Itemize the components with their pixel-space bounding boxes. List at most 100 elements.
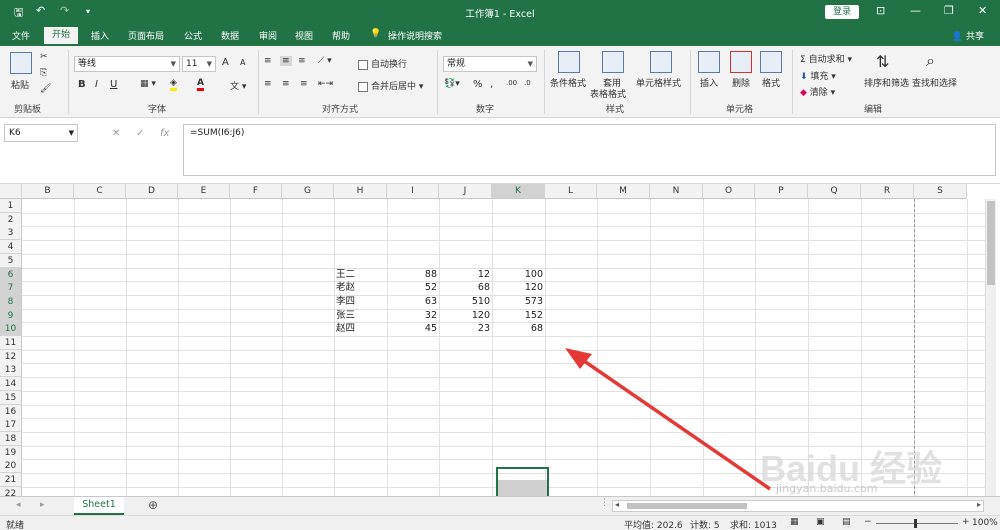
tab-review[interactable]: 审阅 [259,29,277,42]
sheet-tab-sheet1[interactable]: Sheet1 [74,497,124,515]
sort-filter-button[interactable]: 排序和筛选 [864,76,909,89]
sort-filter-icon[interactable]: ⇅ [876,52,889,71]
fill-down-icon: ⬇ [800,72,811,82]
merge-center-button[interactable]: 合并后居中 ▾ [358,79,423,92]
cell-styles-icon[interactable] [650,51,672,73]
cancel-icon[interactable]: ✕ [112,128,120,139]
share-button[interactable]: 👤 共享 [952,29,984,42]
close-icon[interactable]: ✕ [978,4,987,17]
font-size-select[interactable]: 11 ▼ [182,56,216,72]
find-select-icon[interactable]: ⌕ [926,51,935,71]
tab-data[interactable]: 数据 [221,29,239,42]
ribbon-tabs: 文件 开始 插入 页面布局 公式 数据 审阅 视图 帮助 💡 操作说明搜索 👤 … [0,24,1000,46]
fill-label: 填充 [810,72,829,82]
increase-decimal-icon[interactable]: .00 [506,79,517,87]
tab-help[interactable]: 帮助 [332,29,350,42]
ribbon-display-icon[interactable]: ⊡ [876,4,885,17]
page-break-view-icon[interactable]: ▤ [842,517,851,527]
wrap-text-button[interactable]: 自动换行 [358,57,407,70]
middle-align-icon[interactable]: ≡ [280,56,292,66]
top-align-icon[interactable]: ≡ [264,56,272,66]
tab-insert[interactable]: 插入 [91,29,109,42]
align-left-icon[interactable]: ≡ [264,79,272,89]
horizontal-scrollbar[interactable]: ◂ ▸ [612,500,984,512]
tab-home[interactable]: 开始 [44,27,78,46]
insert-cells-icon[interactable] [698,51,720,73]
tab-page-layout[interactable]: 页面布局 [128,29,164,42]
indent-icon[interactable]: ⇤⇥ [318,79,333,89]
format-as-table-icon[interactable] [602,51,624,73]
tell-me-search[interactable]: 操作说明搜索 [388,29,442,42]
eraser-icon: ◆ [800,88,810,98]
align-center-icon[interactable]: ≡ [282,79,290,89]
number-format-select[interactable]: 常规 ▼ [443,56,537,72]
font-name-select[interactable]: 等线 ▼ [74,56,180,72]
tab-file[interactable]: 文件 [12,29,30,42]
phonetic-icon[interactable]: 文 ▾ [230,79,246,92]
insert-function-button[interactable]: fx [160,128,169,139]
borders-icon[interactable]: ▦ ▾ [140,79,156,89]
horizontal-scroll-thumb[interactable] [627,503,747,509]
delete-cells-button[interactable]: 删除 [732,76,750,89]
bold-button[interactable]: B [78,79,86,90]
lightbulb-icon[interactable]: 💡 [370,29,381,39]
paste-icon[interactable] [10,52,32,74]
login-button[interactable]: 登录 [825,5,859,19]
split-handle-icon[interactable]: ⋮ [600,498,609,508]
zoom-in-icon[interactable]: + [962,517,970,527]
grow-font-button[interactable]: A [222,57,229,68]
find-select-button[interactable]: 查找和选择 [912,76,957,89]
scroll-left-icon[interactable]: ◂ [615,500,619,509]
align-right-icon[interactable]: ≡ [300,79,308,89]
copy-icon[interactable]: ⎘ [40,68,47,78]
maximize-icon[interactable]: ❐ [944,4,954,17]
font-color-icon[interactable]: A [197,78,204,91]
normal-view-icon[interactable]: ▦ [790,517,799,527]
tab-view[interactable]: 视图 [295,29,313,42]
format-painter-icon[interactable]: 🖌 [40,84,51,94]
minimize-icon[interactable]: — [910,4,921,17]
vertical-scroll-thumb[interactable] [987,201,995,285]
cut-icon[interactable]: ✂ [40,52,48,62]
fill-button[interactable]: ⬇ 填充 ▾ [800,69,836,82]
status-count: 计数: 5 [690,521,720,530]
chevron-down-icon[interactable]: ▼ [69,125,74,141]
prev-sheet-icon[interactable]: ◂ [16,500,21,510]
zoom-slider-thumb[interactable] [914,519,917,528]
conditional-format-icon[interactable] [558,51,580,73]
format-cells-icon[interactable] [760,51,782,73]
delete-cells-icon[interactable] [730,51,752,73]
tab-formulas[interactable]: 公式 [184,29,202,42]
next-sheet-icon[interactable]: ▸ [40,500,45,510]
page-layout-view-icon[interactable]: ▣ [816,517,825,527]
scroll-right-icon[interactable]: ▸ [977,500,981,509]
add-sheet-icon[interactable]: ⊕ [148,498,158,512]
italic-button[interactable]: I [95,79,98,90]
decrease-decimal-icon[interactable]: .0 [524,79,531,87]
group-label-font: 字体 [148,105,167,115]
paste-button[interactable]: 粘贴 [11,78,29,91]
shrink-font-button[interactable]: A [240,58,245,67]
underline-button[interactable]: U [110,79,117,90]
accounting-icon[interactable]: 💱▾ [444,79,460,89]
zoom-level[interactable]: 100% [972,518,998,528]
bottom-align-icon[interactable]: ≡ [298,56,306,66]
percent-button[interactable]: % [473,79,483,90]
orientation-icon[interactable]: ⟋ ▾ [318,56,332,66]
enter-icon[interactable]: ✓ [136,128,144,139]
formula-input[interactable]: =SUM(I6:J6) [183,124,996,176]
zoom-slider[interactable] [876,523,958,524]
format-cells-button[interactable]: 格式 [762,76,780,89]
worksheet-grid[interactable]: BCDEFGHIJKLMNOPQRS 1 2 3 4 5 6 7 8 9 10 11 12 13 14 15… [0,184,996,496]
autosum-button[interactable]: Σ 自动求和 ▾ [800,52,852,65]
insert-cells-button[interactable]: 插入 [700,76,718,89]
name-box[interactable]: K6 ▼ [4,124,78,142]
fill-color-icon[interactable]: ◈ [170,78,177,91]
clear-button[interactable]: ◆ 清除 ▾ [800,85,835,98]
format-as-table-l2[interactable]: 表格格式 [590,87,626,100]
cell-styles-button[interactable]: 单元格样式 [636,76,681,89]
comma-button[interactable]: , [490,79,493,90]
zoom-out-icon[interactable]: − [864,517,872,527]
vertical-scrollbar[interactable] [985,199,996,496]
conditional-format-button[interactable]: 条件格式 [550,76,586,89]
